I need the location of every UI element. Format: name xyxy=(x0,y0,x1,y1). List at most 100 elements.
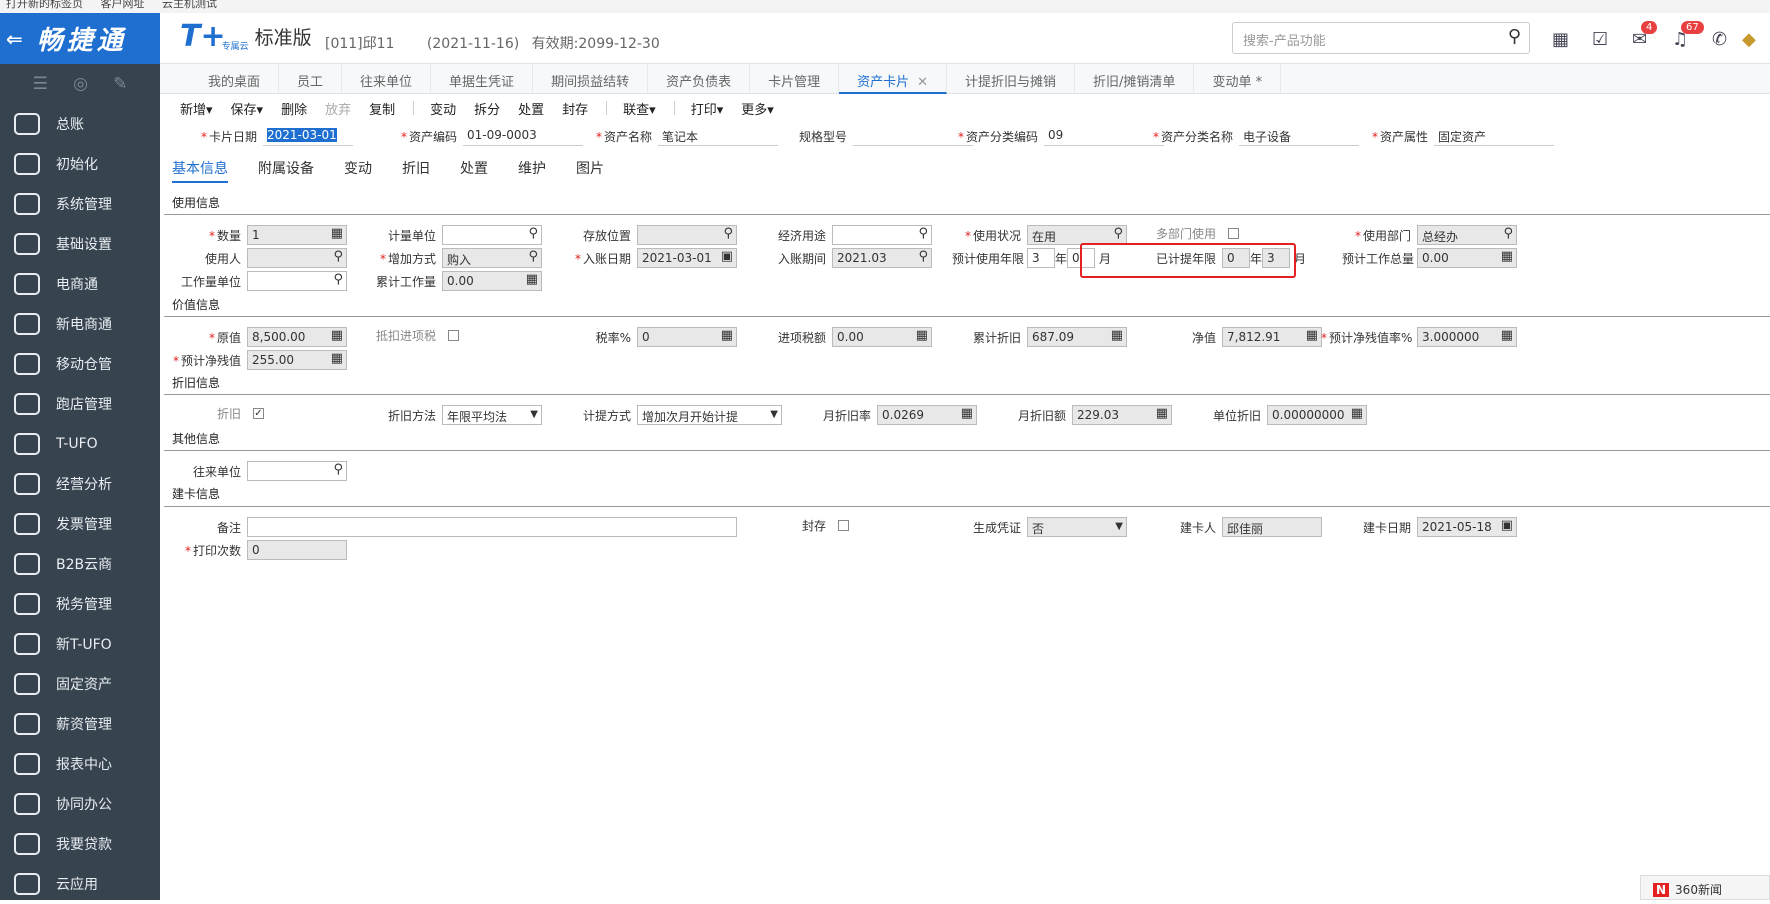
tab[interactable]: 期间损益结转 xyxy=(533,64,649,94)
sidebar-item[interactable]: 报表中心 xyxy=(0,744,160,784)
sidebar-item[interactable]: B2B云商 xyxy=(0,544,160,584)
multi-dept-checkbox[interactable] xyxy=(1228,228,1239,239)
detail-tab[interactable]: 维护 xyxy=(518,158,546,183)
sidebar-item[interactable]: 经营分析 xyxy=(0,464,160,504)
tab[interactable]: 计提折旧与摊销 xyxy=(947,64,1076,94)
lookup-icon[interactable]: ⚲ xyxy=(528,249,538,264)
sidebar-item[interactable]: 初始化 xyxy=(0,144,160,184)
month-amt-field[interactable]: 229.03 ▦ xyxy=(1072,405,1172,425)
calculator-icon[interactable]: ▦ xyxy=(1306,328,1318,343)
unit-depr-field[interactable]: 0.00000000 ▦ xyxy=(1267,405,1367,425)
card-date-field[interactable]: 2021-03-01 xyxy=(267,128,337,142)
sidebar-item[interactable]: 薪资管理 xyxy=(0,704,160,744)
resid-rate-field[interactable]: 3.000000 ▦ xyxy=(1417,327,1517,347)
news-widget[interactable]: N 360新闻 xyxy=(1640,875,1770,900)
lookup-icon[interactable]: ⚲ xyxy=(333,249,343,264)
note-field[interactable] xyxy=(247,517,737,537)
toolbar-button[interactable]: 删除 xyxy=(281,99,307,118)
favorite-icon[interactable]: ◎ xyxy=(73,74,88,94)
calculator-icon[interactable]: ▦ xyxy=(526,272,538,287)
calculator-icon[interactable]: ▦ xyxy=(1111,328,1123,343)
app-logo[interactable]: ⇐ 畅捷通 xyxy=(0,13,160,64)
sidebar-item[interactable]: 协同办公 xyxy=(0,784,160,824)
sidebar-item[interactable]: 固定资产 xyxy=(0,664,160,704)
detail-tab[interactable]: 折旧 xyxy=(402,158,430,183)
create-date-field[interactable]: 2021-05-18 ▣ xyxy=(1417,517,1517,537)
calculator-icon[interactable]: ▦ xyxy=(331,328,343,343)
tab[interactable]: 卡片管理 xyxy=(750,64,840,94)
tab[interactable]: 折旧/摊销清单 xyxy=(1075,64,1195,94)
detail-tab[interactable]: 图片 xyxy=(576,158,604,183)
sidebar-item[interactable]: 税务管理 xyxy=(0,584,160,624)
workload-acc-field[interactable]: 0.00 ▦ xyxy=(442,271,542,291)
calculator-icon[interactable]: ▦ xyxy=(1552,29,1569,50)
sidebar-item[interactable]: 移动仓管 xyxy=(0,344,160,384)
asset-code-field[interactable]: 01-09-0003 xyxy=(463,126,583,146)
lookup-icon[interactable]: ⚲ xyxy=(918,249,928,264)
toolbar-button[interactable]: 拆分 xyxy=(474,99,500,118)
orig-field[interactable]: 8,500.00 ▦ xyxy=(247,327,347,347)
toolbar-button[interactable]: 处置 xyxy=(518,99,544,118)
sidebar-item[interactable]: 总账 xyxy=(0,104,160,144)
tab[interactable]: 资产卡片 ✕ xyxy=(839,64,948,94)
status-field[interactable]: 在用 ⚲ xyxy=(1027,225,1127,245)
calculator-icon[interactable]: ▦ xyxy=(1351,406,1363,421)
lookup-icon[interactable]: ⚲ xyxy=(1503,226,1513,241)
net-field[interactable]: 7,812.91 ▦ xyxy=(1222,327,1322,347)
tab[interactable]: 单据生凭证 xyxy=(431,64,534,94)
qty-field[interactable]: 1 ▦ xyxy=(247,225,347,245)
close-tab-icon[interactable]: ✕ xyxy=(917,75,928,90)
resid-field[interactable]: 255.00 ▦ xyxy=(247,350,347,370)
calculator-icon[interactable]: ▦ xyxy=(1156,406,1168,421)
calculator-icon[interactable]: ▦ xyxy=(331,351,343,366)
depr-method-select[interactable]: 年限平均法 ▼ xyxy=(442,405,542,425)
sidebar-item[interactable]: 系统管理 xyxy=(0,184,160,224)
search-icon[interactable]: ⚲ xyxy=(1508,26,1521,47)
attr-field[interactable]: 固定资产 xyxy=(1434,126,1554,146)
asset-name-field[interactable]: 笔记本 xyxy=(658,126,778,146)
menu-icon[interactable]: ☰ xyxy=(33,74,48,94)
partner-field[interactable]: ⚲ xyxy=(247,461,347,481)
location-field[interactable]: ⚲ xyxy=(637,225,737,245)
calculator-icon[interactable]: ▦ xyxy=(916,328,928,343)
bookmark-item[interactable]: 云主机测试 xyxy=(162,0,217,10)
voucher-select[interactable]: 否 ▼ xyxy=(1027,517,1127,537)
message-icon[interactable]: ✉ 4 xyxy=(1632,21,1658,50)
sidebar-item[interactable]: 发票管理 xyxy=(0,504,160,544)
sidebar-item[interactable]: 我要贷款 xyxy=(0,824,160,864)
purpose-field[interactable]: ⚲ xyxy=(832,225,932,245)
detail-tab[interactable]: 变动 xyxy=(344,158,372,183)
calendar-icon[interactable]: ▣ xyxy=(1501,518,1513,533)
tab[interactable]: 往来单位 xyxy=(342,64,432,94)
month-rate-field[interactable]: 0.0269 ▦ xyxy=(877,405,977,425)
entry-date-field[interactable]: 2021-03-01 ▣ xyxy=(637,248,737,268)
tasks-icon[interactable]: ☑ xyxy=(1592,29,1608,50)
lookup-icon[interactable]: ⚲ xyxy=(528,226,538,241)
lookup-icon[interactable]: ⚲ xyxy=(723,226,733,241)
bookmark-item[interactable]: 打开新的标签页 xyxy=(6,0,83,10)
sidebar-item[interactable]: 基础设置 xyxy=(0,224,160,264)
toolbar-button[interactable]: 放弃 xyxy=(325,99,351,118)
add-mode-field[interactable]: 购入 ⚲ xyxy=(442,248,542,268)
bell-icon[interactable]: ♫ 67 xyxy=(1672,21,1704,50)
toolbar-button[interactable]: 封存 xyxy=(562,99,588,118)
workload-unit-field[interactable]: ⚲ xyxy=(247,271,347,291)
calculator-icon[interactable]: ▦ xyxy=(961,406,973,421)
toolbar-button[interactable]: 联查▾ xyxy=(623,99,656,118)
tab[interactable]: 员工 xyxy=(279,64,343,94)
sidebar-item[interactable]: 电商通 xyxy=(0,264,160,304)
toolbar-button[interactable]: 新增▾ xyxy=(180,99,213,118)
search-input[interactable]: 搜索-产品功能 ⚲ xyxy=(1232,22,1530,54)
sidebar-item[interactable]: 云应用 xyxy=(0,864,160,904)
toolbar-button[interactable]: 更多▾ xyxy=(741,99,774,118)
detail-tab[interactable]: 处置 xyxy=(460,158,488,183)
toolbar-button[interactable]: 复制 xyxy=(369,99,395,118)
back-arrow-icon[interactable]: ⇐ xyxy=(6,27,27,51)
phone-icon[interactable]: ✆ xyxy=(1712,29,1727,50)
calculator-icon[interactable]: ▦ xyxy=(1501,328,1513,343)
sidebar-item[interactable]: 新电商通 xyxy=(0,304,160,344)
lookup-icon[interactable]: ⚲ xyxy=(333,272,343,287)
toolbar-button[interactable]: 打印▾ xyxy=(691,99,724,118)
sidebar-item[interactable]: 新T-UFO xyxy=(0,624,160,664)
acc-depr-field[interactable]: 687.09 ▦ xyxy=(1027,327,1127,347)
